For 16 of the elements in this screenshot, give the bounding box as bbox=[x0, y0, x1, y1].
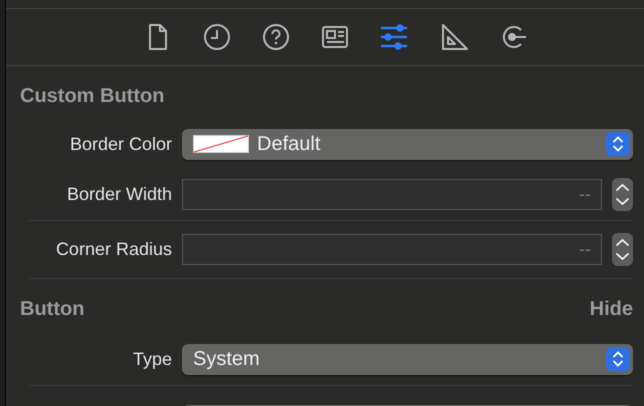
stepper[interactable] bbox=[612, 178, 633, 210]
hide-button[interactable]: Hide bbox=[590, 298, 633, 320]
field-label: Type bbox=[132, 348, 172, 370]
field-label: Border Color bbox=[68, 134, 172, 154]
color-popup[interactable]: Default bbox=[182, 128, 633, 160]
number-field[interactable]: -- bbox=[182, 234, 602, 265]
no-color-swatch-icon bbox=[193, 135, 249, 153]
field-label: Border Width bbox=[66, 184, 172, 204]
popup-arrows-icon bbox=[606, 347, 630, 371]
popup-button[interactable]: System bbox=[182, 344, 633, 374]
number-field[interactable]: -- bbox=[182, 178, 602, 210]
stepper[interactable] bbox=[612, 233, 633, 266]
field-label: Corner Radius bbox=[54, 239, 172, 260]
section-title: Button bbox=[20, 298, 84, 320]
section-title: Custom Button bbox=[20, 84, 164, 108]
popup-arrows-icon bbox=[606, 132, 630, 156]
